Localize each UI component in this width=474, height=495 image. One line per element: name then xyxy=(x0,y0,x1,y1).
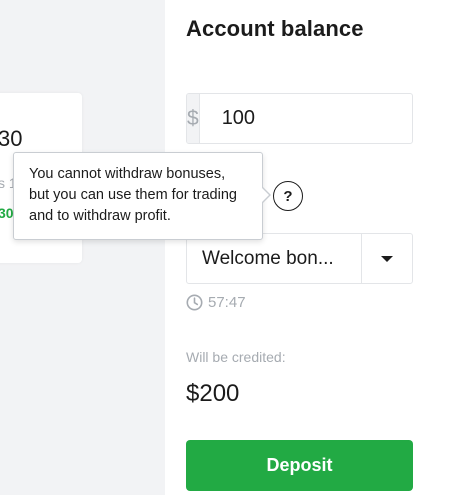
bonus-timer: 57:47 xyxy=(186,294,246,311)
left-card-number: 30 xyxy=(0,126,23,151)
help-icon-glyph: ? xyxy=(283,187,293,205)
clock-icon xyxy=(186,294,203,311)
credited-amount: $200 xyxy=(186,380,240,407)
bonus-select[interactable]: Welcome bon... xyxy=(186,233,413,284)
deposit-button[interactable]: Deposit xyxy=(186,440,413,491)
amount-field[interactable]: $ xyxy=(186,93,413,144)
page-title: Account balance xyxy=(186,16,364,41)
amount-input[interactable] xyxy=(199,94,412,143)
bonus-dropdown-toggle[interactable] xyxy=(361,234,412,283)
help-icon[interactable]: ? xyxy=(273,181,303,211)
currency-symbol: $ xyxy=(187,94,200,143)
timer-value: 57:47 xyxy=(208,294,246,311)
credited-label: Will be credited: xyxy=(186,349,286,365)
bonus-tooltip: You cannot withdraw bonuses, but you can… xyxy=(13,152,263,240)
tooltip-arrow-inner xyxy=(261,187,269,203)
left-card-green-text: 30 xyxy=(0,205,14,221)
bonus-selected-value: Welcome bon... xyxy=(202,247,334,269)
tooltip-text: You cannot withdraw bonuses, but you can… xyxy=(29,166,237,224)
chevron-down-icon xyxy=(381,255,393,262)
